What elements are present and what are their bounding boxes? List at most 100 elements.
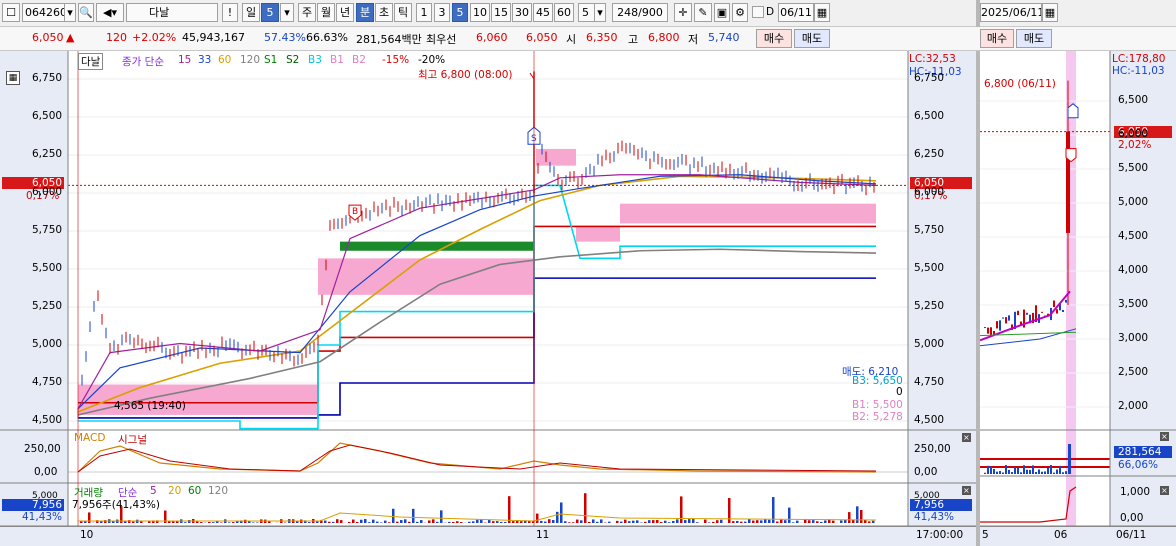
legend-s1[interactable]: S1 xyxy=(264,54,277,66)
legend-pct-15[interactable]: -15% xyxy=(382,54,409,66)
legend-ma-120[interactable]: 120 xyxy=(240,54,260,66)
daily-candle xyxy=(999,320,1001,331)
close-icon[interactable]: × xyxy=(1160,432,1169,441)
turnover-ratio: 57.43% xyxy=(264,31,306,44)
macd-ytick-right-1: 0,00 xyxy=(914,466,938,478)
interval-15[interactable]: 15 xyxy=(491,3,511,22)
main-chart[interactable]: BS xyxy=(0,51,976,546)
y-tick-label: 5,750 xyxy=(914,224,945,236)
volume-bar xyxy=(368,522,371,523)
menu-icon[interactable]: ☐ xyxy=(2,3,20,22)
volume-bar xyxy=(336,519,339,523)
daily-volume-bar xyxy=(1014,466,1016,474)
calendar-icon[interactable]: ▦ xyxy=(814,3,830,22)
macd-signal[interactable]: 시그널 xyxy=(118,432,147,447)
legend-ma-33[interactable]: 33 xyxy=(198,54,211,66)
vol-ma-5[interactable]: 5 xyxy=(150,485,157,497)
right-vol-tag: 281,564 xyxy=(1114,446,1172,458)
close-icon[interactable]: × xyxy=(962,486,971,495)
interval-10[interactable]: 10 xyxy=(470,3,490,22)
name-field[interactable]: 다날 xyxy=(126,3,218,22)
daily-volume-bar xyxy=(1065,471,1067,474)
crosshair-icon[interactable]: ✛ xyxy=(674,3,692,22)
right-sell-button[interactable]: 매도 xyxy=(1016,29,1052,48)
period-tick[interactable]: 틱 xyxy=(394,3,412,22)
volume-bar xyxy=(340,520,343,523)
date-field[interactable]: 06/11 xyxy=(778,3,814,22)
period-week[interactable]: 주 xyxy=(298,3,316,22)
vol-ma-120[interactable]: 120 xyxy=(208,485,228,497)
interval-1[interactable]: 1 xyxy=(416,3,432,22)
interval-5[interactable]: 5 xyxy=(452,3,468,22)
legend-name[interactable]: 다날 xyxy=(78,53,104,70)
close-icon[interactable]: × xyxy=(962,433,971,442)
volume-bar xyxy=(332,521,335,523)
volume-bar xyxy=(780,519,783,523)
search-icon[interactable]: 🔍 xyxy=(78,3,94,22)
right-date-field[interactable]: 2025/06/11 xyxy=(980,3,1042,22)
daily-candle xyxy=(1062,309,1064,313)
volume-bar xyxy=(792,522,795,523)
period-year[interactable]: 년 xyxy=(336,3,354,22)
chevron-down-icon[interactable]: ▾ xyxy=(280,3,294,22)
volume-bar xyxy=(516,520,519,523)
sell-button[interactable]: 매도 xyxy=(794,29,830,48)
period-month[interactable]: 월 xyxy=(317,3,335,22)
interval-30[interactable]: 30 xyxy=(512,3,532,22)
volume-bar xyxy=(552,520,555,523)
volume-bar xyxy=(548,519,551,523)
close-icon[interactable]: × xyxy=(1160,486,1169,495)
interval-45[interactable]: 45 xyxy=(533,3,553,22)
volume-bar xyxy=(824,520,827,523)
d-checkbox[interactable] xyxy=(752,6,764,18)
alert-button[interactable]: ! xyxy=(222,3,238,22)
daily-candle xyxy=(1041,311,1043,313)
legend-pct-20[interactable]: -20% xyxy=(418,54,445,66)
y-tick-label: 4,750 xyxy=(914,376,945,388)
daily-volume-bar xyxy=(1005,465,1007,474)
period-day[interactable]: 일 xyxy=(242,3,260,22)
daily-volume-bar xyxy=(1029,469,1031,474)
legend-s2[interactable]: S2 xyxy=(286,54,299,66)
interval-3[interactable]: 3 xyxy=(434,3,450,22)
period-num[interactable]: 5 xyxy=(261,3,279,22)
vol-tag-left: 7,956 xyxy=(2,499,64,511)
save-icon[interactable]: ▣ xyxy=(714,3,730,22)
volume-bar xyxy=(228,522,231,523)
chevron-down-icon[interactable]: ▾ xyxy=(64,3,76,22)
zero-label: 0 xyxy=(896,386,903,398)
legend-b3[interactable]: B3 xyxy=(308,54,322,66)
legend-ma[interactable]: 종가 단순 xyxy=(122,54,164,69)
legend-b1[interactable]: B1 xyxy=(330,54,344,66)
right-y-tick: 6,500 xyxy=(1118,94,1149,106)
buy-button[interactable]: 매수 xyxy=(756,29,792,48)
volume-bar xyxy=(748,519,751,523)
volume-bar xyxy=(544,521,547,523)
count-field[interactable]: 248/900 xyxy=(612,3,668,22)
period-second[interactable]: 초 xyxy=(375,3,393,22)
macd-ytick-left-1: 0,00 xyxy=(34,466,58,478)
gear-icon[interactable]: ⚙ xyxy=(732,3,748,22)
interval-60[interactable]: 60 xyxy=(554,3,574,22)
speaker-icon[interactable]: ◀▾ xyxy=(96,3,124,22)
b2-label: B2: 5,278 xyxy=(852,411,903,423)
macd-title[interactable]: MACD xyxy=(74,432,105,444)
volume-bar xyxy=(564,521,567,523)
calendar-icon[interactable]: ▦ xyxy=(1042,3,1058,22)
right-buy-button[interactable]: 매수 xyxy=(980,29,1014,48)
daily-candle xyxy=(984,327,986,329)
y-tick-label: 4,500 xyxy=(914,414,945,426)
right-lc: LC:178,80 xyxy=(1112,53,1166,65)
volume-bar xyxy=(384,520,387,523)
table-icon[interactable]: ▦ xyxy=(6,71,20,85)
volume-bar xyxy=(584,493,587,523)
draw-icon[interactable]: ✎ xyxy=(694,3,712,22)
chevron-down-icon[interactable]: ▾ xyxy=(594,3,606,22)
vol-ma-20[interactable]: 20 xyxy=(168,485,181,497)
legend-ma-60[interactable]: 60 xyxy=(218,54,231,66)
legend-b2[interactable]: B2 xyxy=(352,54,366,66)
right-high-note: 6,800 (06/11) xyxy=(984,78,1056,90)
vol-ma-60[interactable]: 60 xyxy=(188,485,201,497)
legend-ma-15[interactable]: 15 xyxy=(178,54,191,66)
period-minute[interactable]: 분 xyxy=(356,3,374,22)
